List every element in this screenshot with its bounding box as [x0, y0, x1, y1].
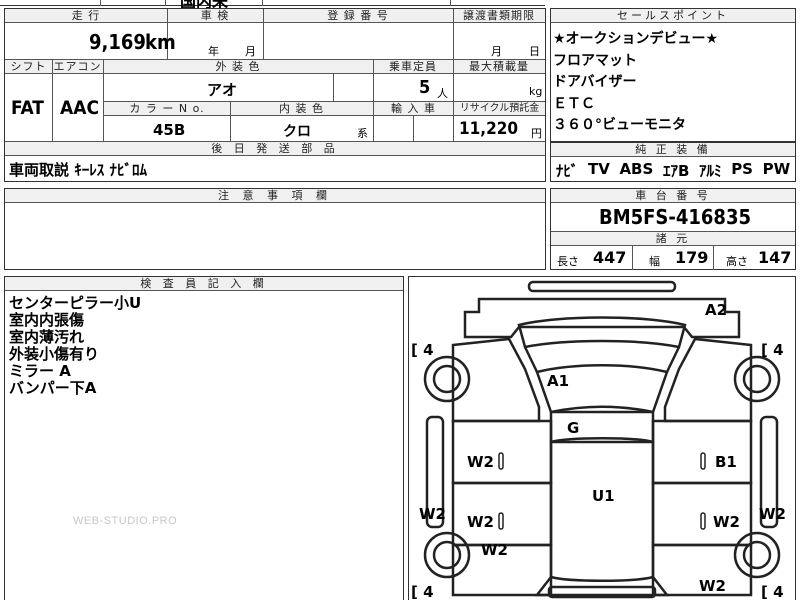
- color-no-header: カ ラ ー N o.: [104, 102, 230, 116]
- interior-value: クロ: [283, 124, 311, 140]
- sales-point-item: ★オークションデビュー★: [553, 31, 719, 47]
- load-unit: kg: [529, 85, 543, 98]
- interior-unit: 系: [357, 127, 368, 140]
- damage-code: B1: [715, 453, 737, 471]
- damage-code: W2: [699, 577, 726, 595]
- inspector-item: 室内薄汚れ: [9, 328, 85, 346]
- exterior-header: 外 装 色: [103, 60, 373, 74]
- inspector-item: センターピラー小U: [9, 294, 142, 312]
- color-no-value: 45B: [153, 121, 186, 139]
- height-label: 高さ: [726, 255, 748, 268]
- equipment-header: 純 正 装 備: [551, 143, 795, 157]
- equipment-item: TV: [587, 160, 610, 178]
- sales-points-list: ★オークションデビュー★ フロアマット ドアバイザー ＥＴＣ ３６０°ビューモニ…: [553, 29, 718, 137]
- car-diagram-panel: [ 4 [ 4 [ 4 [ 4 A2 A1 G W2 B1 U1 W2 W2 W…: [408, 276, 796, 600]
- height-value: 147: [758, 248, 792, 267]
- shaken-header: 車 検: [167, 9, 263, 23]
- damage-code: A1: [547, 372, 570, 390]
- shift-header: シフト: [5, 60, 52, 74]
- damage-code: A2: [705, 301, 728, 319]
- inspector-item: ミラー A: [9, 362, 71, 380]
- shift-value: FAT: [11, 97, 44, 119]
- interior-header: 内 装 色: [230, 102, 373, 116]
- ac-header: エアコン: [52, 60, 103, 74]
- car-outline-diagram: [423, 280, 781, 599]
- equipment-list: ﾅﾋﾞ TV ABS ｴｱB ｱﾙﾐ PS PW: [551, 160, 795, 181]
- sales-point-item: ドアバイザー: [553, 74, 637, 90]
- tire-mark: [ 4: [411, 341, 434, 359]
- inspector-panel: 検 査 員 記 入 欄 センターピラー小U 室内内張傷 室内薄汚れ 外装小傷有り…: [4, 276, 404, 600]
- import-header: 輸 入 車: [374, 102, 453, 116]
- inspector-header: 検 査 員 記 入 欄: [5, 277, 403, 291]
- tire-mark: [ 4: [761, 341, 784, 359]
- chassis-panel: 車 台 番 号 BM5FS-416835 諸 元 長さ 447 幅 179 高さ…: [550, 188, 796, 270]
- sales-point-item: ＥＴＣ: [553, 95, 595, 112]
- damage-code: W2: [759, 505, 786, 523]
- length-value: 447: [593, 248, 627, 267]
- equipment-item: ｱﾙﾐ: [699, 162, 722, 180]
- recycle-value: 11,220: [459, 119, 519, 139]
- damage-code: W2: [419, 505, 446, 523]
- exterior-value: アオ: [207, 81, 238, 99]
- transfer-day-unit: 日: [529, 45, 540, 58]
- recycle-unit: 円: [531, 127, 542, 140]
- mileage-unit: km: [145, 30, 176, 54]
- recycle-header: リサイクル預託金: [454, 102, 545, 116]
- mileage-header: 走 行: [5, 9, 167, 23]
- later-parts-header: 後 日 発 送 部 品: [5, 142, 545, 156]
- damage-code: G: [567, 419, 580, 437]
- ac-value: AAC: [60, 97, 100, 119]
- width-label: 幅: [649, 255, 660, 268]
- registration-header: 登 録 番 号: [263, 9, 453, 23]
- chassis-number: BM5FS-416835: [599, 205, 751, 229]
- damage-code: W2: [481, 541, 508, 559]
- vehicle-info-table: 走 行 車 検 登 録 番 号 譲渡書類期限 9,169 km 年 月 月 日 …: [4, 8, 546, 182]
- top-fragment-row: 国内未: [0, 0, 545, 11]
- equipment-item: ABS: [619, 160, 654, 178]
- inspector-item: バンパー下A: [9, 379, 97, 397]
- damage-code: W2: [467, 453, 494, 471]
- load-header: 最大積載量: [453, 60, 545, 74]
- equipment-panel: 純 正 装 備 ﾅﾋﾞ TV ABS ｴｱB ｱﾙﾐ PS PW: [550, 142, 796, 182]
- watermark: WEB-STUDIO.PRO: [73, 515, 178, 527]
- sales-point-item: ３６０°ビューモニタ: [553, 117, 686, 133]
- transfer-month-unit: 月: [491, 45, 502, 58]
- equipment-item: PS: [731, 160, 753, 178]
- capacity-header: 乗車定員: [373, 60, 453, 74]
- inspector-item: 室内内張傷: [9, 311, 85, 329]
- equipment-item: ﾅﾋﾞ: [555, 162, 579, 180]
- sales-point-item: フロアマット: [553, 52, 637, 69]
- length-label: 長さ: [557, 255, 579, 268]
- capacity-unit: 人: [437, 87, 448, 100]
- damage-code: U1: [592, 487, 615, 505]
- damage-code: W2: [467, 513, 494, 531]
- later-parts-value: 車両取説 ｷｰﾚｽ ﾅﾋﾞﾛﾑ: [9, 161, 147, 179]
- chassis-header: 車 台 番 号: [551, 189, 795, 203]
- transfer-header: 譲渡書類期限: [453, 9, 545, 23]
- sales-points-header: セールスポイント: [551, 9, 795, 23]
- equipment-item: ｴｱB: [662, 162, 690, 180]
- notes-panel: 注 意 事 項 欄: [4, 188, 546, 270]
- damage-code: W2: [713, 513, 740, 531]
- notes-header: 注 意 事 項 欄: [5, 189, 545, 203]
- shaken-month-unit: 月: [245, 45, 256, 58]
- inspector-item: 外装小傷有り: [9, 345, 100, 363]
- tire-mark: [ 4: [761, 583, 784, 600]
- width-value: 179: [675, 248, 709, 267]
- specs-header: 諸 元: [551, 232, 795, 246]
- shaken-year-unit: 年: [208, 45, 219, 58]
- equipment-item: PW: [762, 160, 791, 178]
- mileage-value: 9,169: [89, 30, 146, 54]
- sales-points-panel: セールスポイント ★オークションデビュー★ フロアマット ドアバイザー ＥＴＣ …: [550, 8, 796, 142]
- tire-mark: [ 4: [411, 583, 434, 600]
- capacity-value: 5: [419, 77, 431, 98]
- inspector-list: センターピラー小U 室内内張傷 室内薄汚れ 外装小傷有り ミラー A バンパー下…: [9, 295, 141, 397]
